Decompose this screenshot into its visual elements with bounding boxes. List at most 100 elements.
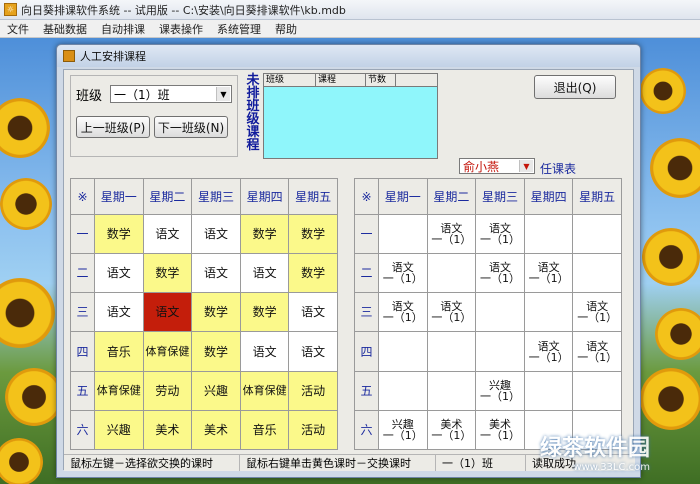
timetable-cell[interactable] bbox=[572, 213, 622, 255]
timetable-cell[interactable]: 语文 bbox=[142, 292, 193, 333]
timetable-cell[interactable]: 美术 bbox=[191, 409, 241, 451]
timetable-cell[interactable]: 语文 bbox=[94, 253, 144, 294]
main-window-titlebar: ☼ 向日葵排课软件系统 -- 试用版 -- C:\安装\向日葵排课软件\kb.m… bbox=[0, 0, 700, 20]
menu-system[interactable]: 系统管理 bbox=[210, 21, 268, 37]
timetable-cell[interactable] bbox=[523, 370, 574, 411]
timetable-cell[interactable]: 语文 一（1） bbox=[426, 213, 477, 255]
timetable-cell[interactable]: 活动 bbox=[288, 370, 338, 411]
class-select[interactable]: 一（1）班 ▼ bbox=[110, 85, 232, 103]
timetable-cell[interactable]: 音乐 bbox=[239, 409, 290, 451]
timetable-cell[interactable] bbox=[572, 370, 622, 411]
timetable-cell[interactable] bbox=[378, 331, 428, 372]
timetable-cell[interactable]: 数学 bbox=[288, 213, 338, 255]
next-class-button[interactable]: 下一班级(N) bbox=[154, 116, 228, 138]
timetable-cell[interactable] bbox=[426, 331, 477, 372]
timetable-cell[interactable]: 劳动 bbox=[142, 370, 193, 411]
teacher-schedule-label: 任课表 bbox=[540, 162, 577, 176]
timetable-cell[interactable]: 数学 bbox=[191, 331, 241, 372]
dialog-title: 人工安排课程 bbox=[80, 50, 146, 63]
timetable-cell[interactable]: 语文 一（1） bbox=[378, 292, 428, 333]
dialog-icon bbox=[63, 50, 75, 62]
exit-button[interactable]: 退出(Q) bbox=[534, 75, 616, 99]
class-timetable: ※ 星期一 星期二 星期三 星期四 星期五一数学 语文 语文 数学 数学二语文 数学 语文 语文 数学三语… bbox=[70, 178, 338, 451]
timetable-cell[interactable] bbox=[426, 253, 477, 294]
timetable-cell[interactable]: 语文 一（1） bbox=[523, 253, 574, 294]
cell-class: 一（1） bbox=[431, 428, 472, 442]
day-header: 星期二 bbox=[426, 178, 477, 215]
timetable-cell[interactable]: 语文 bbox=[191, 213, 241, 255]
unarranged-course-table[interactable]: 班级 课程 节数 bbox=[263, 73, 438, 159]
timetable-cell[interactable] bbox=[523, 292, 574, 333]
menu-auto-schedule[interactable]: 自动排课 bbox=[94, 21, 152, 37]
menu-timetable-ops[interactable]: 课表操作 bbox=[152, 21, 210, 37]
timetable-cell[interactable]: 语文 bbox=[94, 292, 144, 333]
timetable-cell[interactable]: 兴趣 bbox=[191, 370, 241, 411]
timetable-row: 一 语文 一（1） 语文 一（1） bbox=[354, 213, 622, 255]
day-header: 星期五 bbox=[572, 178, 622, 215]
timetable-cell[interactable]: 语文 bbox=[239, 331, 290, 372]
timetable-cell[interactable] bbox=[475, 331, 525, 372]
timetable-cell[interactable]: 语文 一（1） bbox=[523, 331, 574, 372]
col-periods: 节数 bbox=[366, 74, 396, 86]
timetable-cell[interactable]: 兴趣 bbox=[94, 409, 144, 451]
timetable-corner: ※ bbox=[70, 178, 95, 215]
menu-file[interactable]: 文件 bbox=[0, 21, 36, 37]
timetable-cell[interactable]: 数学 bbox=[94, 213, 144, 255]
dialog-titlebar: 人工安排课程 bbox=[57, 45, 640, 67]
timetable-cell[interactable]: 体育保健 bbox=[142, 331, 193, 372]
timetable-cell[interactable]: 语文 bbox=[191, 253, 241, 294]
timetable-cell[interactable]: 语文 一（1） bbox=[378, 253, 428, 294]
timetable-cell[interactable]: 语文 一（1） bbox=[572, 331, 622, 372]
timetable-cell[interactable]: 语文 bbox=[288, 292, 338, 333]
period-header: 三 bbox=[70, 292, 95, 333]
timetable-cell[interactable]: 音乐 bbox=[94, 331, 144, 372]
chevron-down-icon[interactable]: ▼ bbox=[216, 87, 230, 101]
timetable-row: 四 语文 一（1） 语文 一（1） bbox=[354, 331, 622, 372]
teacher-select[interactable]: 俞小燕 ▼ bbox=[459, 158, 535, 174]
watermark-url: www.33LC.com bbox=[573, 462, 651, 473]
prev-class-button[interactable]: 上一班级(P) bbox=[76, 116, 150, 138]
timetable-cell[interactable]: 兴趣 一（1） bbox=[378, 409, 428, 451]
timetable-row: 六兴趣 美术 美术 音乐 活动 bbox=[70, 409, 338, 451]
period-header: 六 bbox=[354, 409, 379, 451]
timetable-cell[interactable]: 语文 一（1） bbox=[475, 213, 525, 255]
timetable-cell[interactable] bbox=[523, 213, 574, 255]
status-hint-right: 鼠标右键单击黄色课时－交换课时 bbox=[240, 455, 436, 471]
timetable-cell[interactable]: 体育保健 bbox=[239, 370, 290, 411]
dialog-client: 班级 一（1）班 ▼ 上一班级(P) 下一班级(N) 未排班级课程 班级 课程 … bbox=[63, 69, 635, 471]
timetable-cell[interactable]: 数学 bbox=[239, 292, 290, 333]
timetable-cell[interactable]: 语文 bbox=[239, 253, 290, 294]
timetable-cell[interactable] bbox=[378, 370, 428, 411]
menu-base-data[interactable]: 基础数据 bbox=[36, 21, 94, 37]
period-header: 四 bbox=[354, 331, 379, 372]
cell-class: 一（1） bbox=[528, 272, 569, 286]
timetable-cell[interactable] bbox=[426, 370, 477, 411]
timetable-row: 一数学 语文 语文 数学 数学 bbox=[70, 213, 338, 255]
timetable-cell[interactable]: 美术 一（1） bbox=[475, 409, 525, 451]
timetable-cell[interactable]: 语文 bbox=[142, 213, 193, 255]
day-header: 星期一 bbox=[378, 178, 428, 215]
timetable-corner: ※ bbox=[354, 178, 379, 215]
timetable-cell[interactable] bbox=[475, 292, 525, 333]
chevron-down-icon[interactable]: ▼ bbox=[519, 160, 533, 172]
timetable-cell[interactable]: 语文 一（1） bbox=[475, 253, 525, 294]
timetable-cell[interactable]: 数学 bbox=[191, 292, 241, 333]
col-course: 课程 bbox=[316, 74, 366, 86]
timetable-cell[interactable]: 数学 bbox=[239, 213, 290, 255]
timetable-cell[interactable]: 数学 bbox=[142, 253, 193, 294]
timetable-cell[interactable]: 语文 bbox=[288, 331, 338, 372]
period-header: 六 bbox=[70, 409, 95, 451]
timetable-cell[interactable] bbox=[572, 253, 622, 294]
day-header: 星期四 bbox=[523, 178, 574, 215]
timetable-cell[interactable]: 语文 一（1） bbox=[572, 292, 622, 333]
timetable-cell[interactable]: 美术 一（1） bbox=[426, 409, 477, 451]
timetable-cell[interactable]: 活动 bbox=[288, 409, 338, 451]
day-header: 星期三 bbox=[475, 178, 525, 215]
timetable-cell[interactable] bbox=[378, 213, 428, 255]
timetable-cell[interactable]: 美术 bbox=[142, 409, 193, 451]
menu-help[interactable]: 帮助 bbox=[268, 21, 304, 37]
timetable-cell[interactable]: 体育保健 bbox=[94, 370, 144, 411]
timetable-cell[interactable]: 语文 一（1） bbox=[426, 292, 477, 333]
timetable-cell[interactable]: 兴趣 一（1） bbox=[475, 370, 525, 411]
timetable-cell[interactable]: 数学 bbox=[288, 253, 338, 294]
